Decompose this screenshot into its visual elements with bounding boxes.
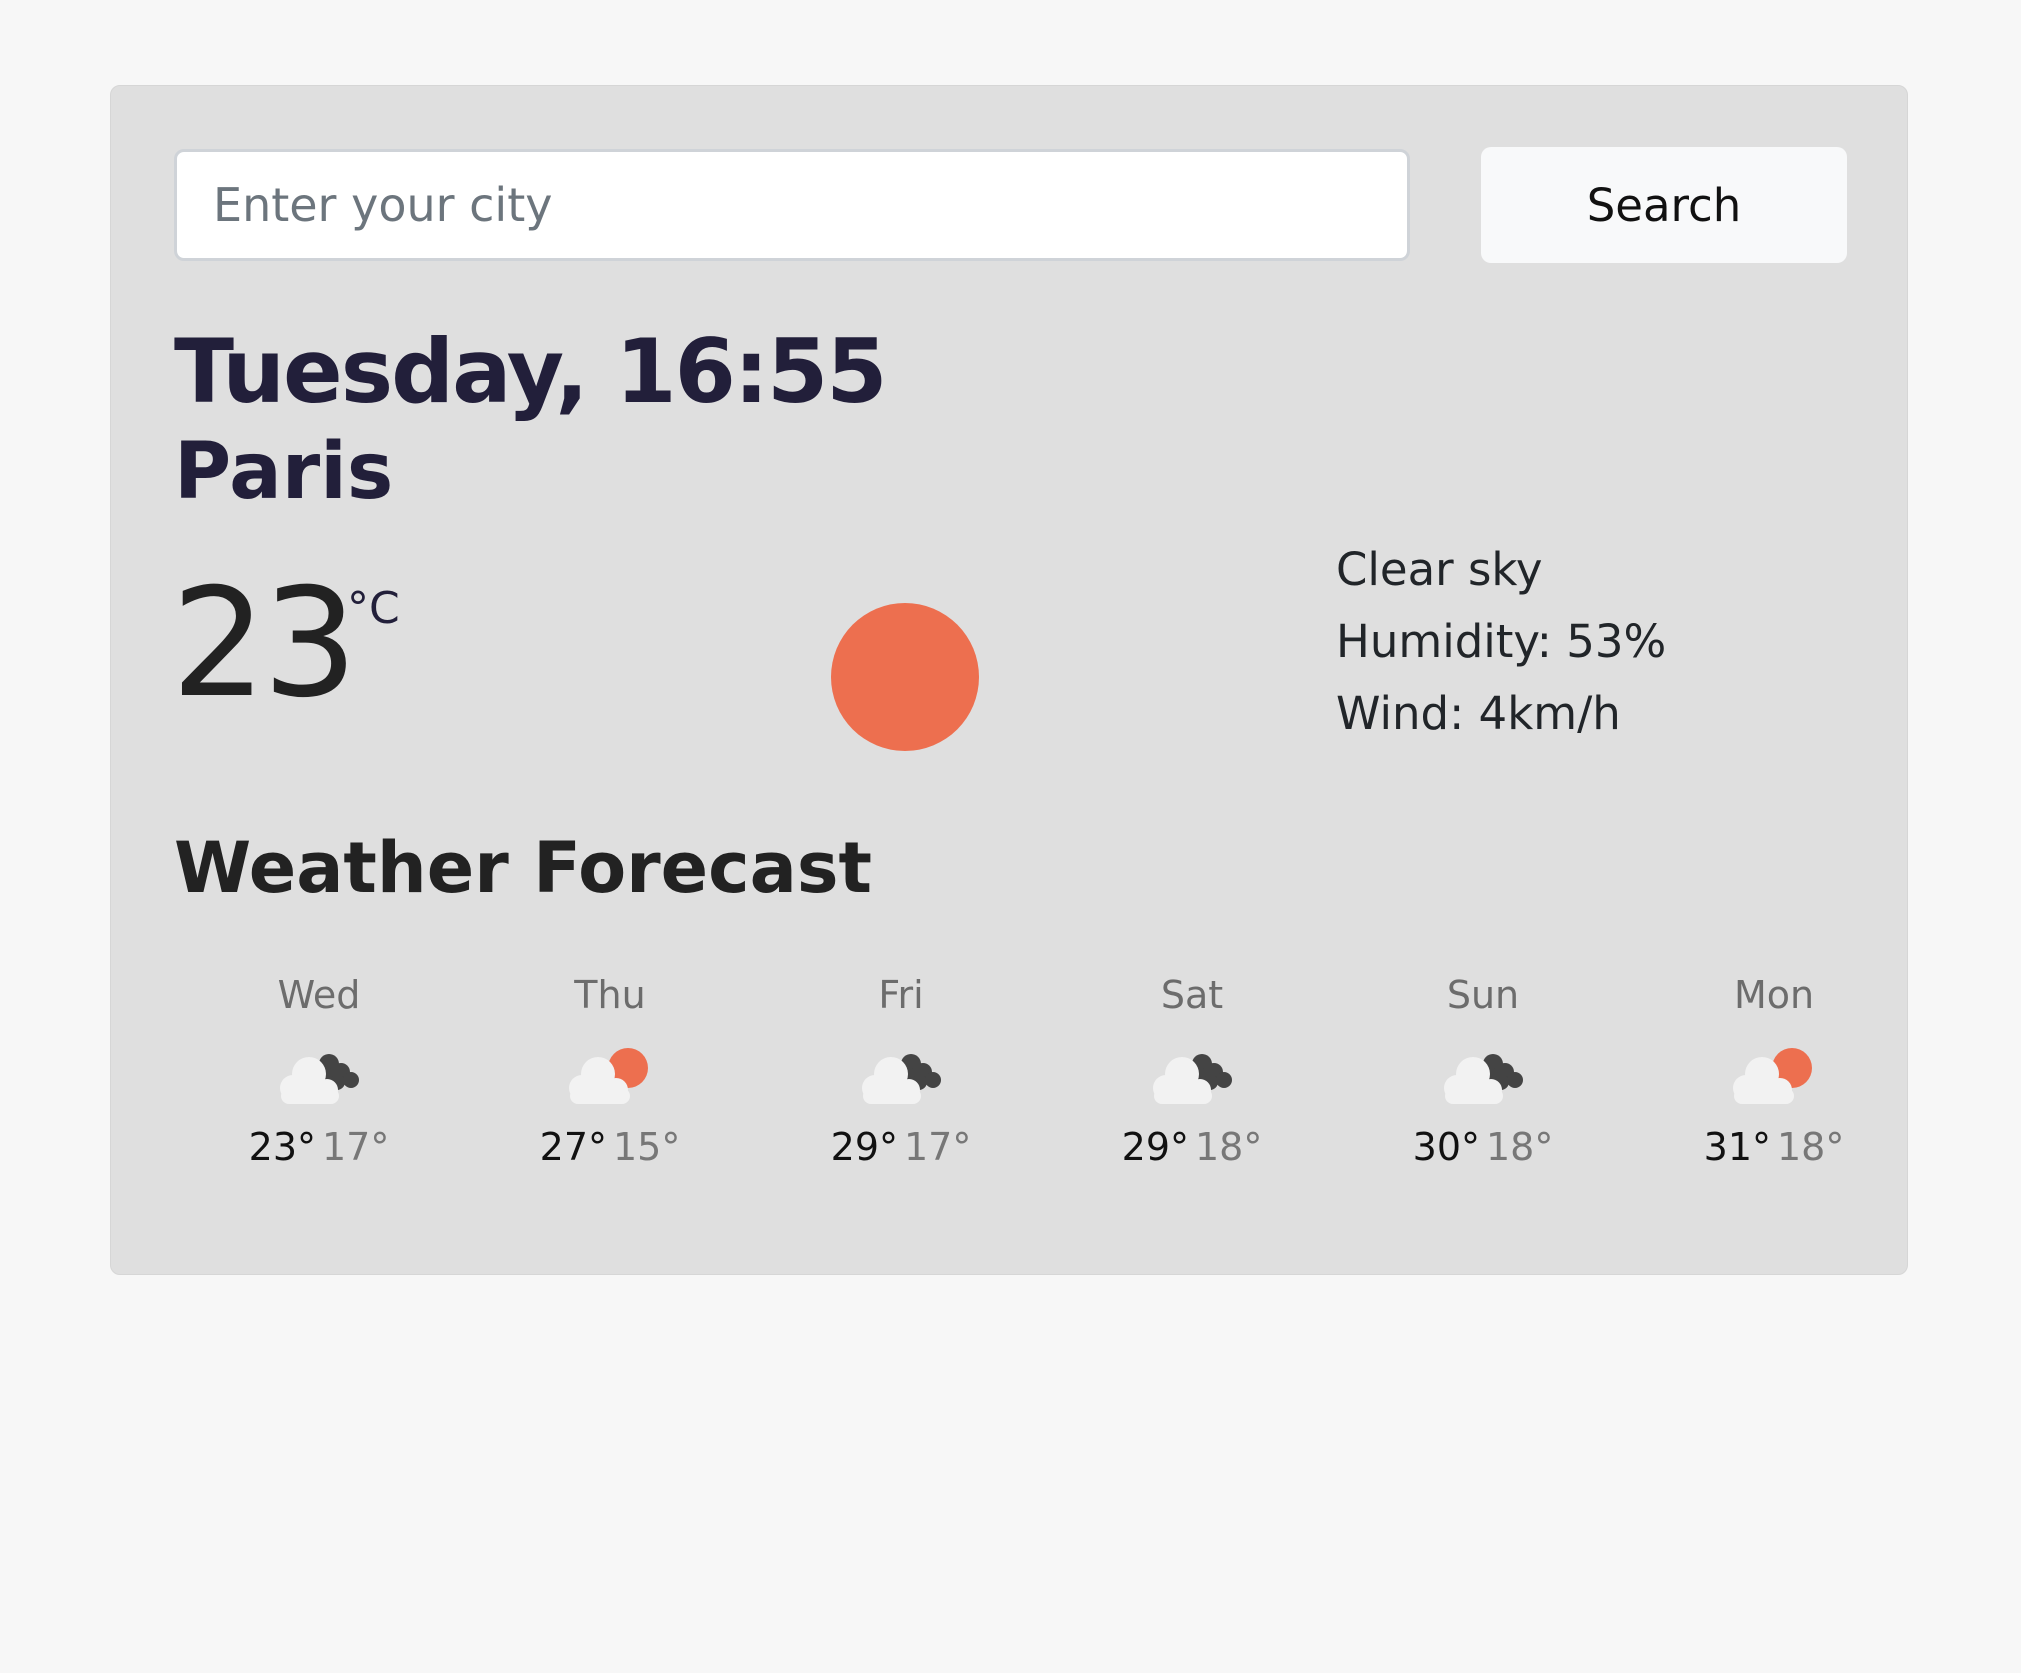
forecast-max-temp: 29°: [1121, 1125, 1189, 1169]
forecast-day-name: Fri: [878, 973, 924, 1017]
weather-details: Clear sky Humidity: 53% Wind: 4km/h: [1336, 534, 1666, 750]
forecast-heading: Weather Forecast: [174, 827, 873, 909]
forecast-list: Wed 23° 17° Thu 27° 15° Fri 29° 17° Sat …: [174, 976, 1919, 1236]
search-button[interactable]: Search: [1481, 147, 1847, 263]
cloud-sun-icon: [1733, 1048, 1812, 1104]
humidity: Humidity: 53%: [1336, 615, 1667, 668]
city-name: Paris: [174, 427, 394, 517]
weather-description: Clear sky: [1336, 543, 1543, 596]
forecast-day-name: Wed: [277, 973, 361, 1017]
forecast-day-name: Thu: [574, 973, 646, 1017]
forecast-min-temp: 18°: [1777, 1125, 1845, 1169]
forecast-temps: 27° 15°: [465, 1128, 755, 1166]
cloud-dark-icon: [1153, 1054, 1232, 1104]
city-search-input[interactable]: [174, 149, 1410, 261]
forecast-max-temp: 23°: [248, 1125, 316, 1169]
forecast-min-temp: 17°: [322, 1125, 390, 1169]
forecast-min-temp: 18°: [1486, 1125, 1554, 1169]
forecast-day: Sat 29° 18°: [1047, 976, 1337, 1166]
forecast-max-temp: 27°: [539, 1125, 607, 1169]
cloud-sun-icon: [569, 1048, 648, 1104]
cloud-dark-icon: [862, 1054, 941, 1104]
forecast-day-name: Sat: [1160, 973, 1224, 1017]
forecast-min-temp: 15°: [613, 1125, 681, 1169]
forecast-temps: 30° 18°: [1338, 1128, 1628, 1166]
weather-card: Search Tuesday, 16:55 Paris 23 °C Clear …: [110, 85, 1908, 1275]
sun-icon: [831, 603, 979, 751]
forecast-min-temp: 17°: [904, 1125, 972, 1169]
forecast-temps: 29° 18°: [1047, 1128, 1337, 1166]
temperature-unit: °C: [347, 583, 400, 634]
forecast-day-name: Sun: [1446, 973, 1520, 1017]
forecast-temps: 29° 17°: [756, 1128, 1046, 1166]
forecast-day: Mon 31° 18°: [1629, 976, 1919, 1166]
current-date-time: Tuesday, 16:55: [174, 320, 887, 423]
forecast-max-temp: 29°: [830, 1125, 898, 1169]
forecast-min-temp: 18°: [1195, 1125, 1263, 1169]
forecast-day: Thu 27° 15°: [465, 976, 755, 1166]
forecast-max-temp: 31°: [1703, 1125, 1771, 1169]
forecast-day-name: Mon: [1733, 973, 1815, 1017]
wind-speed: Wind: 4km/h: [1336, 687, 1621, 740]
forecast-day: Fri 29° 17°: [756, 976, 1046, 1166]
forecast-day: Sun 30° 18°: [1338, 976, 1628, 1166]
forecast-day: Wed 23° 17°: [174, 976, 464, 1166]
forecast-temps: 31° 18°: [1629, 1128, 1919, 1166]
cloud-dark-icon: [280, 1054, 359, 1104]
cloud-dark-icon: [1444, 1054, 1523, 1104]
current-temperature: 23: [171, 557, 358, 731]
forecast-max-temp: 30°: [1412, 1125, 1480, 1169]
forecast-temps: 23° 17°: [174, 1128, 464, 1166]
